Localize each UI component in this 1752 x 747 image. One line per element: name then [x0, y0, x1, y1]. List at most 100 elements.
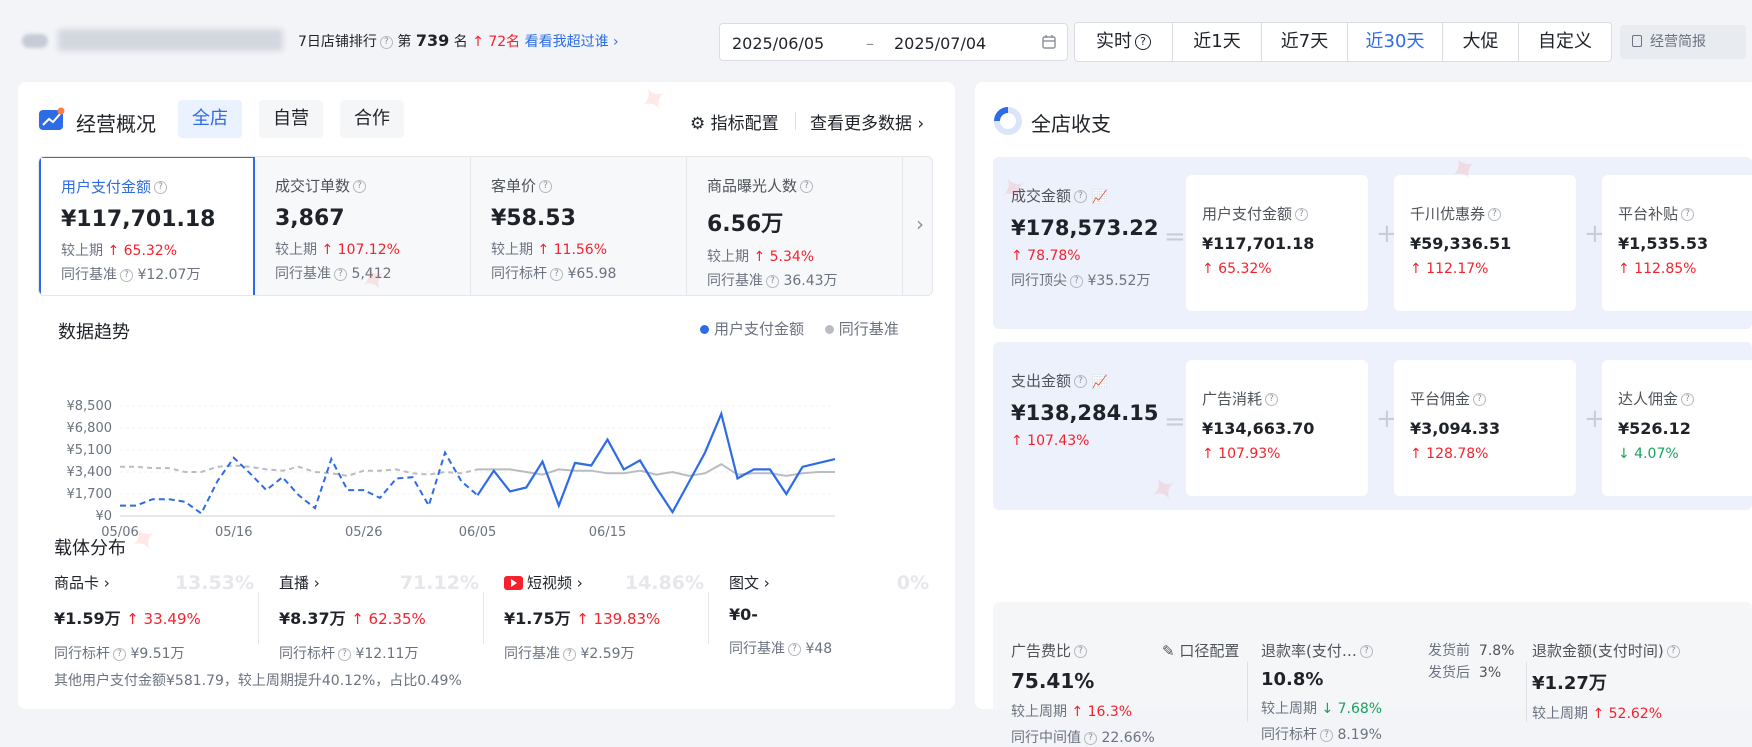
ad-ratio-value: 75.41% — [1011, 669, 1095, 693]
help-icon[interactable]: ? — [766, 274, 779, 288]
help-icon[interactable]: ? — [1074, 190, 1088, 203]
help-icon[interactable]: ? — [1295, 208, 1309, 221]
help-icon[interactable]: ? — [1074, 375, 1088, 388]
metric-value: ¥117,701.18 — [61, 207, 216, 232]
help-icon[interactable]: ? — [550, 267, 563, 281]
other-pay-note: 其他用户支付金额¥581.79，较上周期提升40.12%，占比0.49% — [54, 673, 462, 689]
subtab-self-operated[interactable]: 自营 — [259, 100, 323, 138]
tab-custom[interactable]: 自定义 — [1519, 23, 1611, 61]
subtab-cooperation[interactable]: 合作 — [340, 100, 404, 138]
metric-card-orders[interactable]: 成交订单数? 3,867 较上期 ↑ 107.12% 同行基准? 5,412 — [255, 157, 471, 295]
date-end[interactable]: 2025/07/04 — [894, 34, 986, 53]
metric-row: 用户支付金额? ¥117,701.18 较上期 ↑ 65.32% 同行基准? ¥… — [38, 156, 933, 296]
tab-realtime[interactable]: 实时? — [1075, 23, 1173, 61]
help-icon[interactable]: ? — [1320, 728, 1333, 742]
metric-card-pay-amount[interactable]: 用户支付金额? ¥117,701.18 较上期 ↑ 65.32% 同行基准? ¥… — [39, 157, 255, 295]
help-icon[interactable]: ? — [563, 647, 576, 661]
income-part-pay-amount[interactable]: 用户支付金额? ¥117,701.18 ↑ 65.32% — [1186, 175, 1368, 311]
date-start[interactable]: 2025/06/05 — [732, 34, 824, 53]
expense-part-platform-commission[interactable]: 平台佣金? ¥3,094.33 ↑ 128.78% — [1394, 360, 1576, 496]
carrier-name[interactable]: 短视频 › — [527, 574, 583, 592]
carrier-change: ↑ 62.35% — [351, 610, 426, 628]
help-icon[interactable]: ? — [1135, 34, 1151, 50]
help-icon[interactable]: ? — [1488, 208, 1502, 221]
income-part-qianchuan-coupon[interactable]: 千川优惠券? ¥59,336.51 ↑ 112.17% — [1394, 175, 1576, 311]
help-icon[interactable]: ? — [1473, 393, 1487, 406]
legend-item-pay-amount[interactable]: 用户支付金额 — [700, 320, 804, 338]
shop-rank: 7日店铺排行? 第 739 名 ↑ 72名 看看我超过谁 › — [298, 31, 619, 50]
business-brief-button[interactable]: 经营简报 — [1620, 25, 1746, 59]
metric-config-link[interactable]: ⚙ 指标配置 — [690, 109, 779, 134]
income-part-platform-subsidy[interactable]: 平台补贴? ¥1,535.53 ↑ 112.85% — [1602, 175, 1752, 311]
help-icon[interactable]: ? — [1074, 645, 1088, 658]
metric-change: ↑ 65.32% — [107, 243, 178, 259]
divider — [258, 592, 259, 644]
donut-chart-icon — [994, 107, 1022, 135]
help-icon[interactable]: ? — [1265, 393, 1279, 406]
subtab-all-store[interactable]: 全店 — [178, 100, 242, 138]
help-icon[interactable]: ? — [1070, 274, 1083, 288]
video-play-icon — [504, 576, 523, 590]
overview-title: 经营概况 — [76, 112, 156, 136]
carrier-short-video[interactable]: 短视频 › 14.86% ¥1.75万 ↑ 139.83% 同行基准? ¥2.5… — [504, 572, 714, 672]
help-icon[interactable]: ? — [353, 180, 367, 193]
rank-number: 739 — [415, 31, 450, 50]
chevron-right-icon[interactable]: › — [916, 212, 924, 236]
metric-ref: ¥12.07万 — [137, 267, 201, 283]
carrier-product-card[interactable]: 商品卡 › 13.53% ¥1.59万 ↑ 33.49% 同行标杆? ¥9.51… — [54, 572, 264, 672]
metric-change: ↑ 11.56% — [537, 242, 608, 258]
help-icon[interactable]: ? — [334, 267, 347, 281]
help-icon[interactable]: ? — [1359, 645, 1373, 658]
help-icon[interactable]: ? — [539, 180, 553, 193]
refund-rate-value: 10.8% — [1261, 669, 1324, 690]
bar-chart-icon[interactable]: 📈 — [1092, 190, 1108, 205]
period-tabs: 实时? 近1天 近7天 近30天 大促 自定义 — [1074, 22, 1612, 62]
metric-card-exposure[interactable]: 商品曝光人数? 6.56万 较上期 ↑ 5.34% 同行基准? 36.43万 — [687, 157, 903, 295]
equals-icon: = — [1164, 407, 1186, 437]
ratio-panel: 广告费比? 75.41% 较上周期 ↑ 16.3% 同行中间值? 22.66% … — [993, 602, 1752, 746]
help-icon[interactable]: ? — [1681, 208, 1695, 221]
help-icon[interactable]: ? — [800, 180, 814, 193]
carrier-live[interactable]: 直播 › 71.12% ¥8.37万 ↑ 62.35% 同行标杆? ¥12.11… — [279, 572, 489, 672]
help-icon[interactable]: ? — [1681, 393, 1695, 406]
help-icon[interactable]: ? — [788, 642, 801, 656]
metric-ref: 5,412 — [351, 266, 392, 282]
caliber-config-link[interactable]: ✎ 口径配置 — [1162, 640, 1239, 661]
help-icon[interactable]: ? — [1084, 731, 1097, 745]
trend-chart[interactable]: ¥0¥1,700¥3,400¥5,100¥6,800¥8,50005/06 05/… — [40, 338, 935, 603]
carrier-image-text[interactable]: 图文 › 0% ¥0- 同行基准? ¥48 — [729, 572, 939, 672]
tab-promotion[interactable]: 大促 — [1443, 23, 1519, 61]
chart-xtick-label: 06/05 — [459, 525, 496, 540]
metric-card-avg-order-value[interactable]: 客单价? ¥58.53 较上期 ↑ 11.56% 同行标杆? ¥65.98 — [471, 157, 687, 295]
chart-legend: 用户支付金额 同行基准 — [700, 318, 899, 339]
help-icon[interactable]: ? — [154, 181, 168, 194]
income-panel: 成交金额? 📈 ¥178,573.22 ↑ 78.78% 同行顶尖? ¥35.5… — [993, 157, 1752, 329]
chart-xtick-label: 05/26 — [345, 525, 382, 540]
help-icon[interactable]: ? — [379, 35, 393, 49]
expense-part-influencer-commission[interactable]: 达人佣金? ¥526.12 ↓ 4.07% — [1602, 360, 1752, 496]
beat-link[interactable]: 看看我超过谁 › — [525, 34, 619, 50]
help-icon[interactable]: ? — [113, 647, 126, 661]
chart-ytick-label: ¥6,800 — [67, 421, 113, 436]
legend-item-benchmark[interactable]: 同行基准 — [824, 320, 899, 338]
trend-chart-icon — [39, 107, 65, 130]
income-change: ↑ 78.78% — [1011, 248, 1081, 264]
carrier-value: ¥1.75万 — [504, 609, 571, 628]
help-icon[interactable]: ? — [1666, 645, 1680, 658]
more-data-link[interactable]: 查看更多数据 › — [810, 109, 924, 134]
metric-change: ↑ 5.34% — [753, 249, 815, 265]
date-range-picker[interactable]: 2025/06/05 – 2025/07/04 — [719, 23, 1068, 61]
tab-30days[interactable]: 近30天 — [1348, 23, 1443, 61]
rank-change: ↑ 72名 — [472, 34, 521, 50]
help-icon[interactable]: ? — [120, 268, 133, 282]
chart-ytick-label: ¥5,100 — [67, 443, 113, 458]
tab-7days[interactable]: 近7天 — [1262, 23, 1348, 61]
income-total: 成交金额? 📈 ¥178,573.22 ↑ 78.78% 同行顶尖? ¥35.5… — [1011, 187, 1159, 289]
expense-part-ad-spend[interactable]: 广告消耗? ¥134,663.70 ↑ 107.93% — [1186, 360, 1368, 496]
expense-change: ↑ 107.43% — [1011, 433, 1090, 449]
help-icon[interactable]: ? — [338, 647, 351, 661]
calendar-icon[interactable] — [1041, 34, 1057, 50]
metric-value: 3,867 — [275, 206, 345, 231]
bar-chart-icon[interactable]: 📈 — [1092, 375, 1108, 390]
tab-1day[interactable]: 近1天 — [1173, 23, 1262, 61]
